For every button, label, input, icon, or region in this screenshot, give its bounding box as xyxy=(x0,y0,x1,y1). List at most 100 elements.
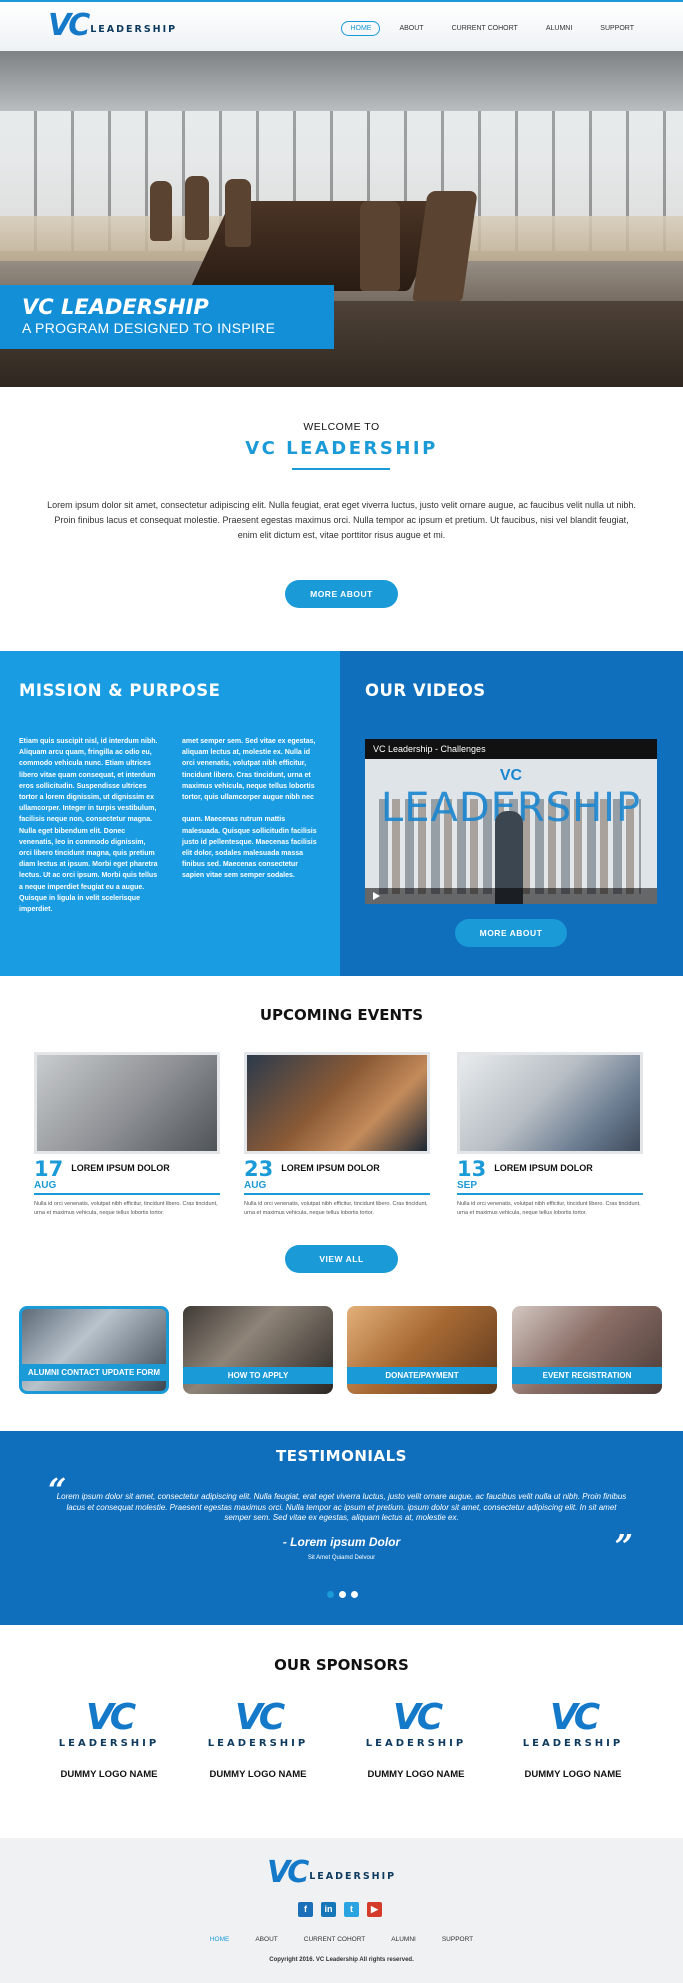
video-player[interactable]: VC LEADERSHIP VC Leadership - Challenges xyxy=(365,739,657,904)
quick-link-label: HOW TO APPLY xyxy=(183,1367,333,1384)
event-text: Nulla id orci venenatis, volutpat nibh e… xyxy=(244,1201,428,1216)
event-divider xyxy=(34,1193,220,1195)
footer-logo-wordmark: LEADERSHIP xyxy=(309,1870,397,1882)
twitter-icon[interactable]: t xyxy=(344,1902,359,1917)
testimonial-role: Sit Amet Quiamd Delvour xyxy=(307,1555,376,1561)
event-day: 17 xyxy=(34,1157,64,1181)
hero-image-chair xyxy=(150,181,172,241)
mission-section: MISSION & PURPOSE Etiam quis suscipit ni… xyxy=(0,651,340,976)
mission-heading: MISSION & PURPOSE xyxy=(19,681,221,700)
events-heading: UPCOMING EVENTS xyxy=(259,1006,424,1024)
event-title: LOREM IPSUM DOLOR xyxy=(71,1163,170,1173)
site-header: VC LEADERSHIP HOME ABOUT CURRENT COHORT … xyxy=(0,0,683,51)
event-divider xyxy=(457,1193,643,1195)
event-date-row: 23 AUG LOREM IPSUM DOLOR xyxy=(244,1158,430,1191)
carousel-dot[interactable] xyxy=(351,1591,358,1598)
footer-nav-current-cohort[interactable]: CURRENT COHORT xyxy=(304,1936,366,1943)
sponsors-heading: OUR SPONSORS xyxy=(274,1656,409,1674)
footer-nav-support[interactable]: SUPPORT xyxy=(442,1936,473,1943)
mission-text-col-2: amet semper sem. Sed vitae ex egestas, a… xyxy=(182,738,317,880)
event-card[interactable]: 17 AUG LOREM IPSUM DOLOR Nulla id orci v… xyxy=(34,1052,220,1217)
hero-image-chair xyxy=(360,201,400,291)
event-image xyxy=(34,1052,220,1154)
linkedin-icon[interactable]: in xyxy=(321,1902,336,1917)
sponsor-wordmark: LEADERSHIP xyxy=(207,1738,309,1749)
sponsor-name: DUMMY LOGO NAME xyxy=(367,1769,465,1780)
event-card[interactable]: 13 SEP LOREM IPSUM DOLOR Nulla id orci v… xyxy=(457,1052,643,1217)
video-title-bar: VC Leadership - Challenges xyxy=(365,739,657,759)
carousel-dot[interactable] xyxy=(339,1591,346,1598)
quick-link-donate[interactable]: DONATE/PAYMENT xyxy=(347,1306,497,1394)
welcome-title: VC LEADERSHIP xyxy=(245,438,438,459)
event-text: Nulla id orci venenatis, volutpat nibh e… xyxy=(34,1201,218,1216)
quick-link-label: ALUMNI CONTACT UPDATE FORM xyxy=(22,1364,166,1381)
event-image xyxy=(244,1052,430,1154)
youtube-icon[interactable]: ▶ xyxy=(367,1902,382,1917)
sponsor-logo[interactable]: VC LEADERSHIP DUMMY LOGO NAME xyxy=(508,1698,638,1781)
event-divider xyxy=(244,1193,430,1195)
event-title: LOREM IPSUM DOLOR xyxy=(494,1163,593,1173)
copyright-text: Copyright 2016. VC Leadership All rights… xyxy=(269,1957,414,1963)
hero-caption: VC LEADERSHIP A PROGRAM DESIGNED TO INSP… xyxy=(0,285,334,349)
event-title: LOREM IPSUM DOLOR xyxy=(281,1163,380,1173)
event-day: 13 xyxy=(457,1157,487,1181)
quick-link-label: DONATE/PAYMENT xyxy=(347,1367,497,1384)
sponsor-vc-mark: VC xyxy=(85,1697,136,1738)
nav-home[interactable]: HOME xyxy=(341,21,381,36)
site-logo[interactable]: VC LEADERSHIP xyxy=(48,10,177,42)
quick-link-alumni-contact[interactable]: ALUMNI CONTACT UPDATE FORM xyxy=(19,1306,169,1394)
sponsor-wordmark: LEADERSHIP xyxy=(365,1738,467,1749)
welcome-section: WELCOME TO VC LEADERSHIP Lorem ipsum dol… xyxy=(0,387,683,651)
sponsor-wordmark: LEADERSHIP xyxy=(522,1738,624,1749)
logo-wordmark: LEADERSHIP xyxy=(90,23,178,35)
footer-nav-alumni[interactable]: ALUMNI xyxy=(391,1936,416,1943)
videos-section: OUR VIDEOS VC LEADERSHIP VC Leadership -… xyxy=(340,651,683,976)
main-nav: HOME ABOUT CURRENT COHORT ALUMNI SUPPORT xyxy=(341,21,643,36)
event-day: 23 xyxy=(244,1157,274,1181)
footer-nav: HOME ABOUT CURRENT COHORT ALUMNI SUPPORT xyxy=(0,1936,683,1943)
quick-link-event-registration[interactable]: EVENT REGISTRATION xyxy=(512,1306,662,1394)
testimonials-heading: TESTIMONIALS xyxy=(276,1447,407,1465)
sponsor-logo[interactable]: VC LEADERSHIP DUMMY LOGO NAME xyxy=(44,1697,174,1781)
footer-logo[interactable]: VC LEADERSHIP xyxy=(267,1857,396,1889)
video-overlay-vc: VC xyxy=(499,767,523,784)
hero-banner: VC LEADERSHIP A PROGRAM DESIGNED TO INSP… xyxy=(0,51,683,387)
sponsor-logo[interactable]: VC LEADERSHIP DUMMY LOGO NAME xyxy=(193,1698,323,1781)
logo-vc-mark: VC xyxy=(48,8,90,43)
testimonials-section: TESTIMONIALS “ Lorem ipsum dolor sit ame… xyxy=(0,1431,683,1625)
carousel-dot[interactable] xyxy=(327,1591,334,1598)
sponsor-wordmark: LEADERSHIP xyxy=(58,1738,160,1749)
hero-image-chair xyxy=(225,179,251,247)
social-links: f in t ▶ xyxy=(298,1902,382,1917)
footer-logo-vc-mark: VC xyxy=(267,1855,309,1890)
footer-nav-about[interactable]: ABOUT xyxy=(255,1936,277,1943)
sponsor-name: DUMMY LOGO NAME xyxy=(209,1769,307,1780)
facebook-icon[interactable]: f xyxy=(298,1902,313,1917)
videos-more-about-button[interactable]: MORE ABOUT xyxy=(455,919,567,947)
videos-heading: OUR VIDEOS xyxy=(365,681,486,700)
event-image xyxy=(457,1052,643,1154)
testimonial-text: Lorem ipsum dolor sit amet, consectetur … xyxy=(56,1492,627,1522)
event-card[interactable]: 23 AUG LOREM IPSUM DOLOR Nulla id orci v… xyxy=(244,1052,430,1217)
view-all-events-button[interactable]: VIEW ALL xyxy=(285,1245,398,1273)
sponsor-name: DUMMY LOGO NAME xyxy=(60,1769,158,1780)
nav-alumni[interactable]: ALUMNI xyxy=(537,21,581,36)
quick-link-how-to-apply[interactable]: HOW TO APPLY xyxy=(183,1306,333,1394)
hero-subtitle: A PROGRAM DESIGNED TO INSPIRE xyxy=(22,320,276,336)
event-month: AUG xyxy=(244,1180,267,1191)
hero-image-chair xyxy=(185,176,209,240)
event-date-row: 17 AUG LOREM IPSUM DOLOR xyxy=(34,1158,220,1191)
more-about-button[interactable]: MORE ABOUT xyxy=(285,580,398,608)
nav-about[interactable]: ABOUT xyxy=(390,21,432,36)
footer-nav-home[interactable]: HOME xyxy=(210,1936,230,1943)
testimonial-author: - Lorem ipsum Dolor xyxy=(282,1535,401,1549)
hero-title: VC LEADERSHIP xyxy=(22,295,209,319)
nav-support[interactable]: SUPPORT xyxy=(591,21,643,36)
event-date-row: 13 SEP LOREM IPSUM DOLOR xyxy=(457,1158,643,1191)
sponsor-logo[interactable]: VC LEADERSHIP DUMMY LOGO NAME xyxy=(351,1698,481,1781)
nav-current-cohort[interactable]: CURRENT COHORT xyxy=(443,21,527,36)
welcome-pretitle: WELCOME TO xyxy=(303,421,380,433)
video-controls[interactable] xyxy=(365,888,657,904)
play-icon[interactable] xyxy=(373,892,380,900)
sponsor-name: DUMMY LOGO NAME xyxy=(524,1769,622,1780)
